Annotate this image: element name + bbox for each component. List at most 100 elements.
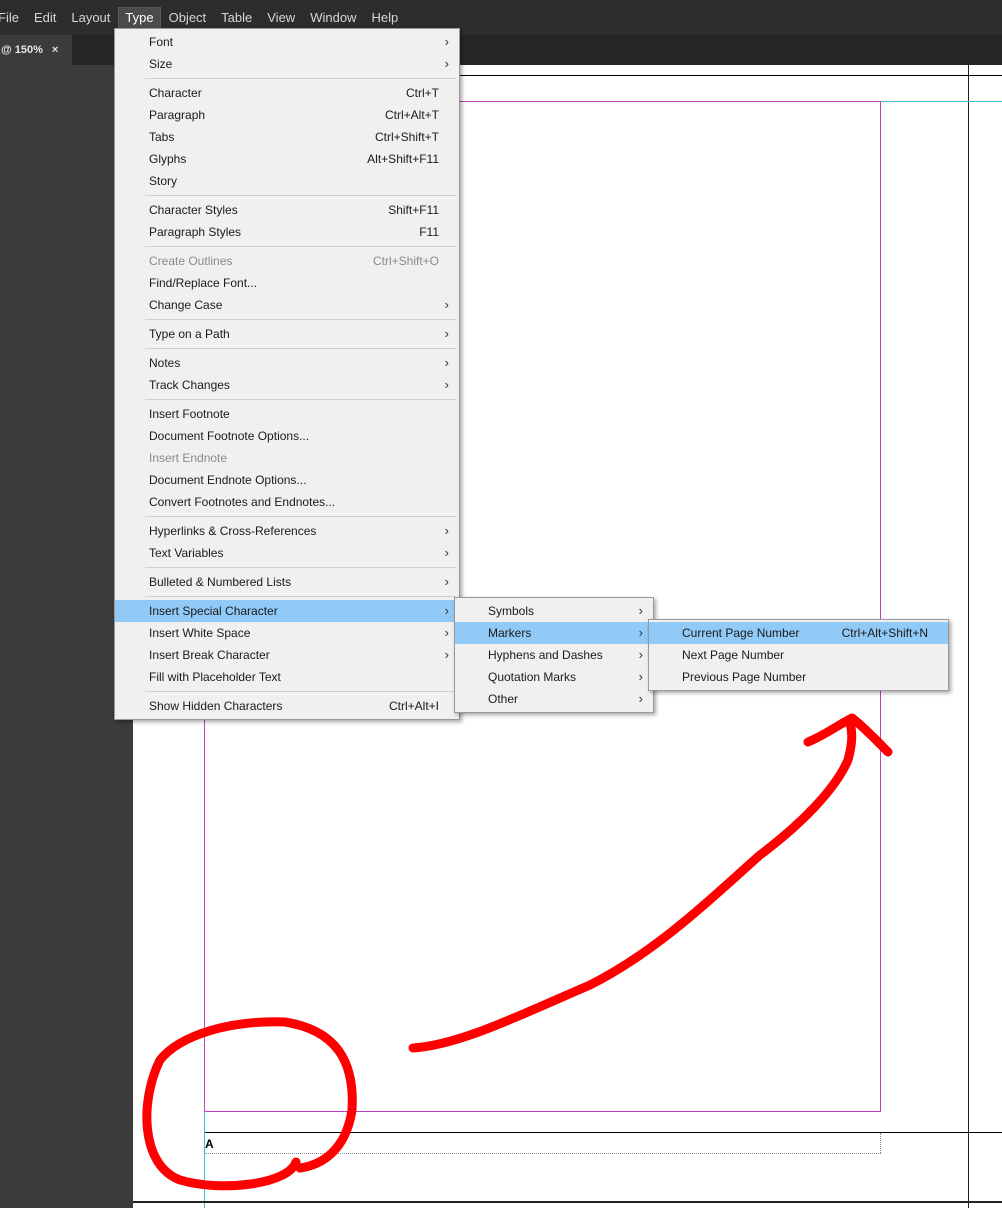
chevron-right-icon: › bbox=[638, 691, 643, 706]
chevron-right-icon: › bbox=[638, 647, 643, 662]
menu-item-symbols[interactable]: Symbols › bbox=[455, 600, 653, 622]
menu-item-label: Character bbox=[149, 86, 202, 100]
menu-item-size[interactable]: Size › bbox=[115, 53, 459, 75]
menu-item-insert-white-space[interactable]: Insert White Space › bbox=[115, 622, 459, 644]
chevron-right-icon: › bbox=[444, 326, 449, 341]
document-tab-label: @ 150% bbox=[1, 44, 43, 56]
chevron-right-icon: › bbox=[444, 574, 449, 589]
menu-item-insert-break-character[interactable]: Insert Break Character › bbox=[115, 644, 459, 666]
chevron-right-icon: › bbox=[638, 603, 643, 618]
menu-item-shortcut: Ctrl+T bbox=[406, 86, 439, 100]
menu-item-label: Insert White Space bbox=[149, 626, 251, 640]
menu-item-insert-endnote: Insert Endnote bbox=[115, 447, 459, 469]
menu-item-insert-footnote[interactable]: Insert Footnote bbox=[115, 403, 459, 425]
menu-item-type-on-path[interactable]: Type on a Path › bbox=[115, 323, 459, 345]
menu-item-label: Notes bbox=[149, 356, 181, 370]
menu-separator bbox=[145, 691, 456, 692]
margin-guide-right bbox=[880, 101, 881, 1112]
menu-help[interactable]: Help bbox=[365, 8, 404, 28]
column-guide-top bbox=[881, 101, 1002, 102]
menu-item-label: Hyphens and Dashes bbox=[488, 648, 603, 662]
menu-item-label: Paragraph bbox=[149, 108, 206, 122]
menu-object[interactable]: Object bbox=[163, 8, 213, 28]
menu-type[interactable]: Type bbox=[118, 6, 161, 29]
menu-item-convert-footnotes[interactable]: Convert Footnotes and Endnotes... bbox=[115, 491, 459, 513]
menu-layout[interactable]: Layout bbox=[65, 8, 116, 28]
menu-item-markers[interactable]: Markers › bbox=[455, 622, 653, 644]
document-tab[interactable]: @ 150% × bbox=[0, 35, 72, 65]
chevron-right-icon: › bbox=[444, 625, 449, 640]
chevron-right-icon: › bbox=[638, 669, 643, 684]
menu-item-label: Insert Break Character bbox=[149, 648, 270, 662]
menu-item-label: Change Case bbox=[149, 298, 223, 312]
menu-item-tabs[interactable]: Tabs Ctrl+Shift+T bbox=[115, 126, 459, 148]
menu-item-shortcut: F11 bbox=[419, 225, 439, 239]
app-window: { "menubar": { "items": ["File", "Edit",… bbox=[0, 0, 1002, 1208]
menu-item-quotation-marks[interactable]: Quotation Marks › bbox=[455, 666, 653, 688]
menu-view[interactable]: View bbox=[261, 8, 301, 28]
menu-item-show-hidden-characters[interactable]: Show Hidden Characters Ctrl+Alt+I bbox=[115, 695, 459, 717]
menu-item-notes[interactable]: Notes › bbox=[115, 352, 459, 374]
menu-edit[interactable]: Edit bbox=[28, 8, 62, 28]
menu-item-previous-page-number[interactable]: Previous Page Number bbox=[649, 666, 948, 688]
insert-special-character-submenu: Symbols › Markers › Hyphens and Dashes › Qu… bbox=[454, 597, 654, 713]
menu-item-document-endnote-options[interactable]: Document Endnote Options... bbox=[115, 469, 459, 491]
menu-item-change-case[interactable]: Change Case › bbox=[115, 294, 459, 316]
menu-item-paragraph[interactable]: Paragraph Ctrl+Alt+T bbox=[115, 104, 459, 126]
menu-item-hyphens-dashes[interactable]: Hyphens and Dashes › bbox=[455, 644, 653, 666]
menu-item-label: Character Styles bbox=[149, 203, 238, 217]
menu-item-label: Document Endnote Options... bbox=[149, 473, 307, 487]
page-bottom-edge bbox=[133, 1201, 1002, 1203]
menu-item-insert-special-character[interactable]: Insert Special Character › bbox=[115, 600, 459, 622]
menu-item-label: Hyperlinks & Cross-References bbox=[149, 524, 317, 538]
chevron-right-icon: › bbox=[444, 647, 449, 662]
menu-item-text-variables[interactable]: Text Variables › bbox=[115, 542, 459, 564]
menu-separator bbox=[145, 319, 456, 320]
menu-item-paragraph-styles[interactable]: Paragraph Styles F11 bbox=[115, 221, 459, 243]
menu-item-character-styles[interactable]: Character Styles Shift+F11 bbox=[115, 199, 459, 221]
menu-item-label: Insert Special Character bbox=[149, 604, 278, 618]
menu-item-create-outlines: Create Outlines Ctrl+Shift+O bbox=[115, 250, 459, 272]
menu-item-label: Tabs bbox=[149, 130, 175, 144]
menu-item-shortcut: Ctrl+Alt+Shift+N bbox=[841, 626, 928, 640]
menu-window[interactable]: Window bbox=[304, 8, 362, 28]
menu-item-hyperlinks[interactable]: Hyperlinks & Cross-References › bbox=[115, 520, 459, 542]
menu-item-label: Find/Replace Font... bbox=[149, 276, 258, 290]
menu-item-shortcut: Ctrl+Alt+T bbox=[384, 108, 439, 122]
menu-table[interactable]: Table bbox=[215, 8, 258, 28]
menu-item-shortcut: Ctrl+Alt+I bbox=[388, 699, 439, 713]
menu-item-bulleted-lists[interactable]: Bulleted & Numbered Lists › bbox=[115, 571, 459, 593]
page-number-marker-text[interactable]: A bbox=[205, 1137, 214, 1151]
chevron-right-icon: › bbox=[444, 603, 449, 618]
menu-item-label: Create Outlines bbox=[149, 254, 233, 268]
menu-item-label: Type on a Path bbox=[149, 327, 230, 341]
menu-item-fill-placeholder[interactable]: Fill with Placeholder Text bbox=[115, 666, 459, 688]
menu-item-label: Text Variables bbox=[149, 546, 224, 560]
menu-item-label: Next Page Number bbox=[682, 648, 785, 662]
menu-item-glyphs[interactable]: Glyphs Alt+Shift+F11 bbox=[115, 148, 459, 170]
menu-item-shortcut: Shift+F11 bbox=[388, 203, 439, 217]
menu-item-label: Story bbox=[149, 174, 178, 188]
menu-item-label: Fill with Placeholder Text bbox=[149, 670, 281, 684]
close-icon[interactable]: × bbox=[52, 44, 58, 56]
menu-item-font[interactable]: Font › bbox=[115, 31, 459, 53]
menu-item-label: Track Changes bbox=[149, 378, 230, 392]
menu-item-find-replace-font[interactable]: Find/Replace Font... bbox=[115, 272, 459, 294]
column-guide-left bbox=[204, 1112, 205, 1208]
chevron-right-icon: › bbox=[444, 355, 449, 370]
chevron-right-icon: › bbox=[444, 297, 449, 312]
text-frame-dotted-right bbox=[880, 1133, 881, 1153]
menu-item-label: Bulleted & Numbered Lists bbox=[149, 575, 292, 589]
menu-item-other[interactable]: Other › bbox=[455, 688, 653, 710]
menu-item-shortcut: Alt+Shift+F11 bbox=[367, 152, 439, 166]
menu-item-label: Document Footnote Options... bbox=[149, 429, 310, 443]
menu-item-character[interactable]: Character Ctrl+T bbox=[115, 82, 459, 104]
menu-item-document-footnote-options[interactable]: Document Footnote Options... bbox=[115, 425, 459, 447]
menu-item-track-changes[interactable]: Track Changes › bbox=[115, 374, 459, 396]
menu-separator bbox=[145, 348, 456, 349]
menu-file[interactable]: File bbox=[0, 8, 25, 28]
menu-item-story[interactable]: Story bbox=[115, 170, 459, 192]
menu-item-current-page-number[interactable]: Current Page Number Ctrl+Alt+Shift+N bbox=[649, 622, 948, 644]
menu-item-next-page-number[interactable]: Next Page Number bbox=[649, 644, 948, 666]
menu-item-label: Markers bbox=[488, 626, 532, 640]
